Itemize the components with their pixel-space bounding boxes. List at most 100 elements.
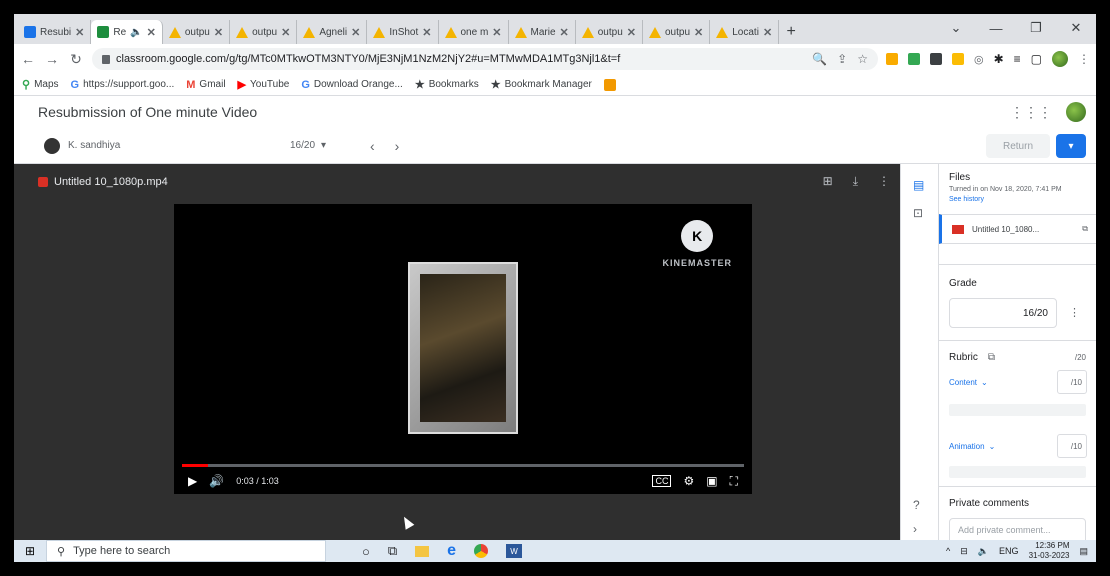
comments-tab-icon[interactable]: ⊡ bbox=[913, 206, 923, 220]
bookmark-item[interactable]: ★ Bookmarks bbox=[415, 78, 479, 91]
browser-tab[interactable]: one m ✕ bbox=[439, 20, 509, 44]
notifications-icon[interactable]: ▤ bbox=[1079, 546, 1088, 557]
close-icon[interactable]: ✕ bbox=[281, 26, 290, 39]
bookmark-item[interactable]: G Download Orange... bbox=[301, 79, 403, 91]
bookmark-item[interactable]: Ghttps://support.goo... bbox=[71, 79, 175, 91]
close-icon[interactable]: ✕ bbox=[560, 26, 569, 39]
browser-tab[interactable]: Agneli ✕ bbox=[297, 20, 368, 44]
new-tab-button[interactable]: + bbox=[779, 20, 803, 44]
next-student-icon[interactable]: › bbox=[395, 138, 400, 154]
menu-icon[interactable]: ⋮ bbox=[1078, 52, 1090, 66]
playlist-icon[interactable]: ≡ bbox=[1014, 52, 1021, 66]
previous-student-icon[interactable]: ‹ bbox=[370, 138, 375, 154]
language-indicator[interactable]: ENG bbox=[999, 546, 1019, 556]
bookmark-item[interactable]: ⚲ Maps bbox=[22, 78, 59, 91]
return-options-button[interactable]: ▾ bbox=[1056, 134, 1086, 158]
reload-icon[interactable]: ↻ bbox=[68, 51, 84, 68]
zoom-icon[interactable]: 🔍 bbox=[812, 52, 827, 66]
grade-input[interactable]: 16/20 bbox=[949, 298, 1057, 328]
miniplayer-icon[interactable]: ▣ bbox=[706, 474, 717, 488]
student-selector[interactable]: K. sandhiya bbox=[14, 137, 120, 154]
collapse-panel-icon[interactable]: › bbox=[913, 522, 917, 536]
close-icon[interactable]: ✕ bbox=[694, 26, 703, 39]
close-icon[interactable]: ✕ bbox=[492, 26, 501, 39]
help-icon[interactable]: ? bbox=[913, 498, 920, 512]
progress-bar[interactable] bbox=[182, 464, 744, 467]
clock[interactable]: 12:36 PM 31-03-2023 bbox=[1029, 541, 1070, 561]
classroom-icon bbox=[24, 26, 36, 38]
url-input[interactable]: classroom.google.com/g/tg/MTc0MTkwOTM3NT… bbox=[92, 48, 878, 70]
browser-tab[interactable]: outpu ✕ bbox=[643, 20, 711, 44]
bookmark-item[interactable]: ★ Bookmark Manager bbox=[491, 78, 592, 91]
edge-icon[interactable]: e bbox=[447, 542, 456, 560]
close-window-icon[interactable]: ✕ bbox=[1056, 14, 1096, 42]
extension-icon[interactable] bbox=[951, 53, 964, 65]
captions-icon[interactable]: CC bbox=[652, 475, 672, 487]
camera-icon[interactable]: ◎ bbox=[974, 53, 984, 66]
close-icon[interactable]: ✕ bbox=[75, 26, 84, 39]
back-icon[interactable]: ← bbox=[20, 51, 36, 67]
close-icon[interactable]: ✕ bbox=[147, 26, 156, 39]
attachment-item[interactable]: Untitled 10_1080... ⧉ bbox=[939, 214, 1096, 244]
close-icon[interactable]: ✕ bbox=[422, 26, 431, 39]
bookmark-folder-icon[interactable] bbox=[603, 78, 616, 91]
youtube-icon: ▶ bbox=[237, 79, 247, 91]
browser-tab[interactable]: InShot ✕ bbox=[367, 20, 439, 44]
play-icon[interactable]: ▶ bbox=[188, 474, 197, 488]
return-button[interactable]: Return bbox=[986, 134, 1050, 158]
browser-tab[interactable]: Resubi ✕ bbox=[18, 20, 92, 44]
bookmark-item[interactable]: ▶ YouTube bbox=[238, 78, 290, 91]
extension-icon[interactable] bbox=[907, 53, 920, 65]
tray-chevron-icon[interactable]: ^ bbox=[946, 546, 950, 556]
video-player[interactable]: K KINEMASTER ▶ 🔊 0:03 / 1:03 CC ⚙ ▣ ⛶ bbox=[174, 204, 752, 494]
tab-search-icon[interactable]: ⌄ bbox=[936, 14, 976, 42]
close-icon[interactable]: ✕ bbox=[214, 26, 223, 39]
browser-tab-active[interactable]: Re 🔈 ✕ bbox=[91, 20, 163, 44]
volume-icon[interactable]: 🔊 bbox=[209, 474, 224, 488]
private-comment-input[interactable]: Add private comment... bbox=[949, 518, 1086, 540]
taskbar-search-input[interactable]: ⚲ Type here to search bbox=[46, 540, 326, 562]
download-icon[interactable]: ⤓ bbox=[853, 174, 858, 189]
browser-tab[interactable]: Locati ✕ bbox=[710, 20, 780, 44]
file-explorer-icon[interactable] bbox=[415, 545, 430, 557]
avatar[interactable] bbox=[1066, 102, 1086, 122]
forward-icon[interactable]: → bbox=[44, 51, 60, 67]
cortana-icon[interactable]: ○ bbox=[362, 544, 370, 559]
bookmark-item[interactable]: M Gmail bbox=[186, 79, 225, 91]
open-external-icon[interactable]: ⧉ bbox=[1082, 224, 1088, 234]
extension-icon[interactable] bbox=[929, 53, 942, 65]
browser-tab[interactable]: outpu ✕ bbox=[230, 20, 298, 44]
task-view-icon[interactable]: ⧉ bbox=[388, 543, 397, 559]
word-icon[interactable]: W bbox=[506, 544, 523, 558]
share-icon[interactable]: ⇪ bbox=[837, 52, 847, 66]
score-dropdown[interactable]: 16/20 ▾ bbox=[290, 140, 326, 151]
criterion-points-input[interactable]: /10 bbox=[1057, 370, 1087, 394]
fullscreen-icon[interactable]: ⛶ bbox=[730, 474, 738, 489]
sidepanel-icon[interactable]: ▢ bbox=[1031, 52, 1042, 66]
files-tab-icon[interactable]: ▤ bbox=[913, 178, 924, 192]
profile-avatar[interactable] bbox=[1052, 51, 1068, 67]
network-icon[interactable]: ⊟ bbox=[960, 546, 968, 557]
windows-start-icon[interactable]: ⊞ bbox=[14, 544, 46, 558]
bookmark-star-icon[interactable]: ☆ bbox=[857, 52, 868, 66]
close-icon[interactable]: ✕ bbox=[763, 26, 772, 39]
close-icon[interactable]: ✕ bbox=[351, 26, 360, 39]
extension-icon[interactable] bbox=[885, 53, 898, 65]
browser-tab[interactable]: Marie ✕ bbox=[509, 20, 576, 44]
browser-tab[interactable]: outpu ✕ bbox=[576, 20, 643, 44]
grade-more-icon[interactable]: ⋮ bbox=[1069, 306, 1080, 319]
browser-tab[interactable]: outpu ✕ bbox=[163, 20, 231, 44]
apps-grid-icon[interactable]: ⋮⋮⋮ bbox=[1010, 104, 1052, 121]
settings-gear-icon[interactable]: ⚙ bbox=[683, 474, 694, 488]
open-new-window-icon[interactable]: ⊞ bbox=[823, 174, 833, 189]
see-history-link[interactable]: See history bbox=[949, 196, 1086, 203]
chrome-icon[interactable] bbox=[474, 544, 489, 558]
close-icon[interactable]: ✕ bbox=[627, 26, 636, 39]
volume-tray-icon[interactable]: 🔈 bbox=[978, 546, 989, 557]
edit-rubric-icon[interactable]: ⧉ bbox=[988, 352, 995, 363]
restore-icon[interactable]: ❐ bbox=[1016, 14, 1056, 42]
puzzle-icon[interactable]: ✱ bbox=[994, 52, 1004, 66]
criterion-points-input[interactable]: /10 bbox=[1057, 434, 1087, 458]
minimize-icon[interactable]: — bbox=[976, 14, 1016, 42]
more-options-icon[interactable]: ⋮ bbox=[878, 174, 890, 189]
